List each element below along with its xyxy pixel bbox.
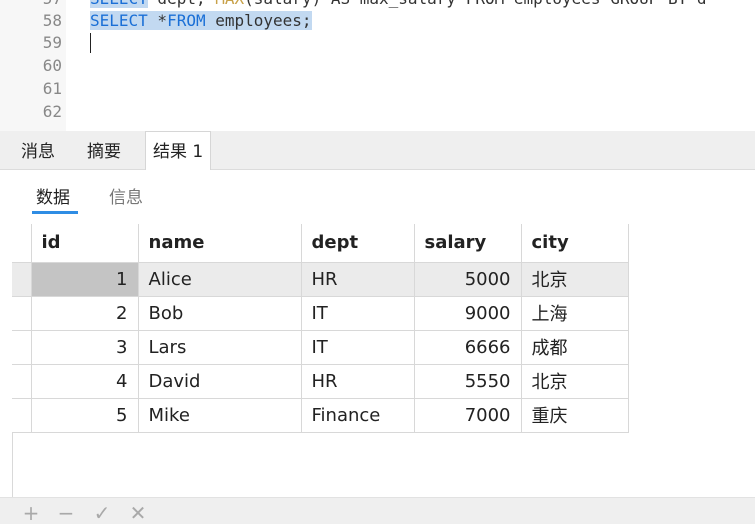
row-header-corner [12,224,32,263]
cell-city[interactable]: 北京 [520,261,629,297]
sql-keyword: FROM [167,11,206,30]
column-header-dept[interactable]: dept [300,224,415,263]
cell-salary[interactable]: 7000 [413,397,522,433]
cell-id[interactable]: 1 [30,261,139,297]
sql-keyword: SELECT [90,0,148,8]
cell-name[interactable]: Bob [137,295,302,331]
cell-id[interactable]: 2 [30,295,139,331]
sql-editor[interactable]: 57 58 59 60 61 62 SELECT dept, MAX(salar… [0,0,755,131]
tab-messages[interactable]: 消息 [14,131,62,169]
code-text: dept, [148,0,215,8]
cell-dept[interactable]: IT [300,295,415,331]
delete-record-icon[interactable]: − [55,498,77,525]
sql-keyword: SELECT [90,11,148,30]
table-row[interactable]: 5 Mike Finance 7000 重庆 [12,397,629,433]
add-record-icon[interactable]: + [20,498,42,525]
code-text: * [147,11,168,30]
tab-data[interactable]: 数据 [36,184,70,212]
row-header[interactable] [12,363,32,399]
column-header-city[interactable]: city [520,224,629,263]
table-row[interactable]: 1 Alice HR 5000 北京 [12,261,629,297]
tab-info[interactable]: 信息 [109,184,143,212]
cell-id[interactable]: 3 [30,329,139,365]
line-number: 61 [42,79,62,98]
result-grid[interactable]: id name dept salary city 1 Alice HR 5000… [12,224,629,433]
cell-dept[interactable]: Finance [300,397,415,433]
cell-name[interactable]: Mike [137,397,302,433]
grid-toolbar: + − ✓ ✕ [0,497,755,525]
cell-salary[interactable]: 6666 [413,329,522,365]
discard-changes-icon[interactable]: ✕ [127,498,149,525]
text-cursor [90,33,91,53]
active-tab-indicator [32,211,78,214]
cell-name[interactable]: David [137,363,302,399]
sql-function: MAX [215,0,244,8]
cell-dept[interactable]: IT [300,329,415,365]
tab-result-1[interactable]: 结果 1 [145,131,212,170]
cell-city[interactable]: 上海 [520,295,629,331]
cell-dept[interactable]: HR [300,261,415,297]
line-number: 60 [42,56,62,75]
header-row: id name dept salary city [12,224,629,263]
result-panel-tabs: 消息 摘要 结果 1 [0,131,755,170]
column-header-id[interactable]: id [30,224,139,263]
cell-name[interactable]: Lars [137,329,302,365]
table-row[interactable]: 2 Bob IT 9000 上海 [12,295,629,331]
apply-changes-icon[interactable]: ✓ [91,498,113,525]
code-text: employees; [205,11,312,30]
line-number-gutter: 57 58 59 60 61 62 [0,0,66,131]
row-header[interactable] [12,397,32,433]
cell-city[interactable]: 成都 [520,329,629,365]
cell-id[interactable]: 5 [30,397,139,433]
table-row[interactable]: 4 David HR 5550 北京 [12,363,629,399]
cell-city[interactable]: 重庆 [520,397,629,433]
line-number: 59 [42,33,62,52]
line-number: 62 [42,102,62,121]
cell-salary[interactable]: 5550 [413,363,522,399]
code-text: (salary) AS max_salary FROM employees GR… [244,0,706,8]
cell-dept[interactable]: HR [300,363,415,399]
cell-id[interactable]: 4 [30,363,139,399]
table-row[interactable]: 3 Lars IT 6666 成都 [12,329,629,365]
row-header[interactable] [12,295,32,331]
tab-summary[interactable]: 摘要 [80,131,128,169]
column-header-name[interactable]: name [137,224,302,263]
row-header[interactable] [12,329,32,365]
row-header[interactable] [12,261,32,297]
cell-salary[interactable]: 9000 [413,295,522,331]
code-line-selected[interactable]: SELECT *FROM employees; [90,9,312,32]
column-header-salary[interactable]: salary [413,224,522,263]
cell-name[interactable]: Alice [137,261,302,297]
line-number: 58 [42,11,62,30]
cell-city[interactable]: 北京 [520,363,629,399]
cell-salary[interactable]: 5000 [413,261,522,297]
